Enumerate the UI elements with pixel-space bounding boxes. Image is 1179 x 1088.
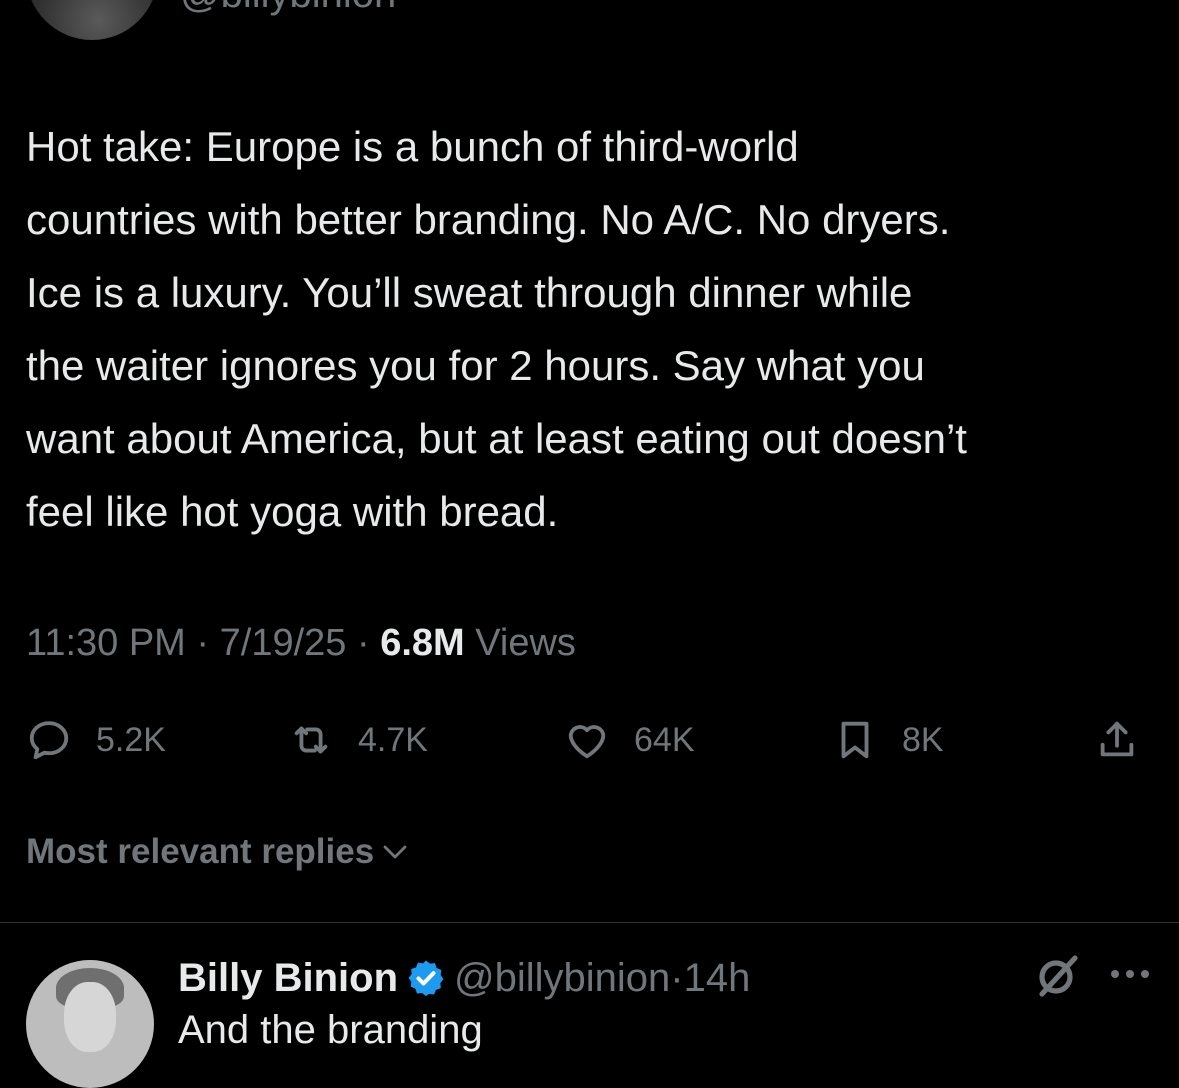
views-label[interactable]: Views: [475, 622, 576, 664]
repost-button[interactable]: 4.7K: [288, 705, 428, 775]
chevron-down-icon: [383, 845, 407, 859]
replies-sort-dropdown[interactable]: Most relevant replies: [26, 832, 410, 872]
grok-icon: [1039, 955, 1078, 997]
more-icon: [1111, 970, 1149, 978]
reply-author-handle[interactable]: @billybinion: [454, 956, 670, 1001]
views-count[interactable]: 6.8M: [380, 622, 464, 664]
grok-button[interactable]: [1034, 952, 1082, 1000]
more-options-button[interactable]: [1108, 962, 1152, 986]
reply-button[interactable]: 5.2K: [26, 705, 166, 775]
reply-author-name[interactable]: Billy Binion: [178, 956, 398, 1001]
reply-age: 14h: [683, 955, 751, 1000]
author-avatar[interactable]: [26, 0, 158, 40]
tweet-time: 11:30 PM: [26, 622, 186, 664]
bookmark-icon: [841, 721, 869, 759]
meta-separator: ·: [196, 622, 210, 664]
tweet-actions: 5.2K 4.7K 64K 8K: [26, 705, 1156, 775]
tweet-text: Hot take: Europe is a bunch of third-wor…: [26, 123, 967, 535]
reply-icon: [29, 721, 69, 760]
share-icon: [1100, 721, 1134, 757]
like-count: 64K: [634, 720, 695, 759]
replies-sort-label: Most relevant replies: [26, 832, 375, 871]
like-button[interactable]: 64K: [564, 705, 695, 775]
repost-icon: [294, 726, 328, 754]
divider: [0, 922, 1179, 923]
share-button[interactable]: [1094, 705, 1140, 775]
tweet-meta: 11:30 PM · 7/19/25 · 6.8M Views: [26, 618, 576, 668]
reply-header: Billy Binion @billybinion · 14h: [178, 952, 750, 1004]
reply-avatar[interactable]: [26, 960, 154, 1088]
heart-icon: [568, 725, 606, 759]
reply-count: 5.2K: [96, 720, 166, 759]
author-handle[interactable]: @billybinion: [180, 0, 396, 14]
bookmark-button[interactable]: 8K: [832, 705, 944, 775]
tweet-date: 7/19/25: [219, 622, 347, 664]
avatar-face: [64, 982, 116, 1052]
verified-badge-icon: [408, 960, 444, 997]
meta-separator: ·: [356, 622, 370, 664]
reply-separator: ·: [670, 955, 684, 1000]
reply-text: And the branding: [178, 1008, 483, 1052]
repost-count: 4.7K: [358, 720, 428, 759]
bookmark-count: 8K: [902, 720, 944, 759]
